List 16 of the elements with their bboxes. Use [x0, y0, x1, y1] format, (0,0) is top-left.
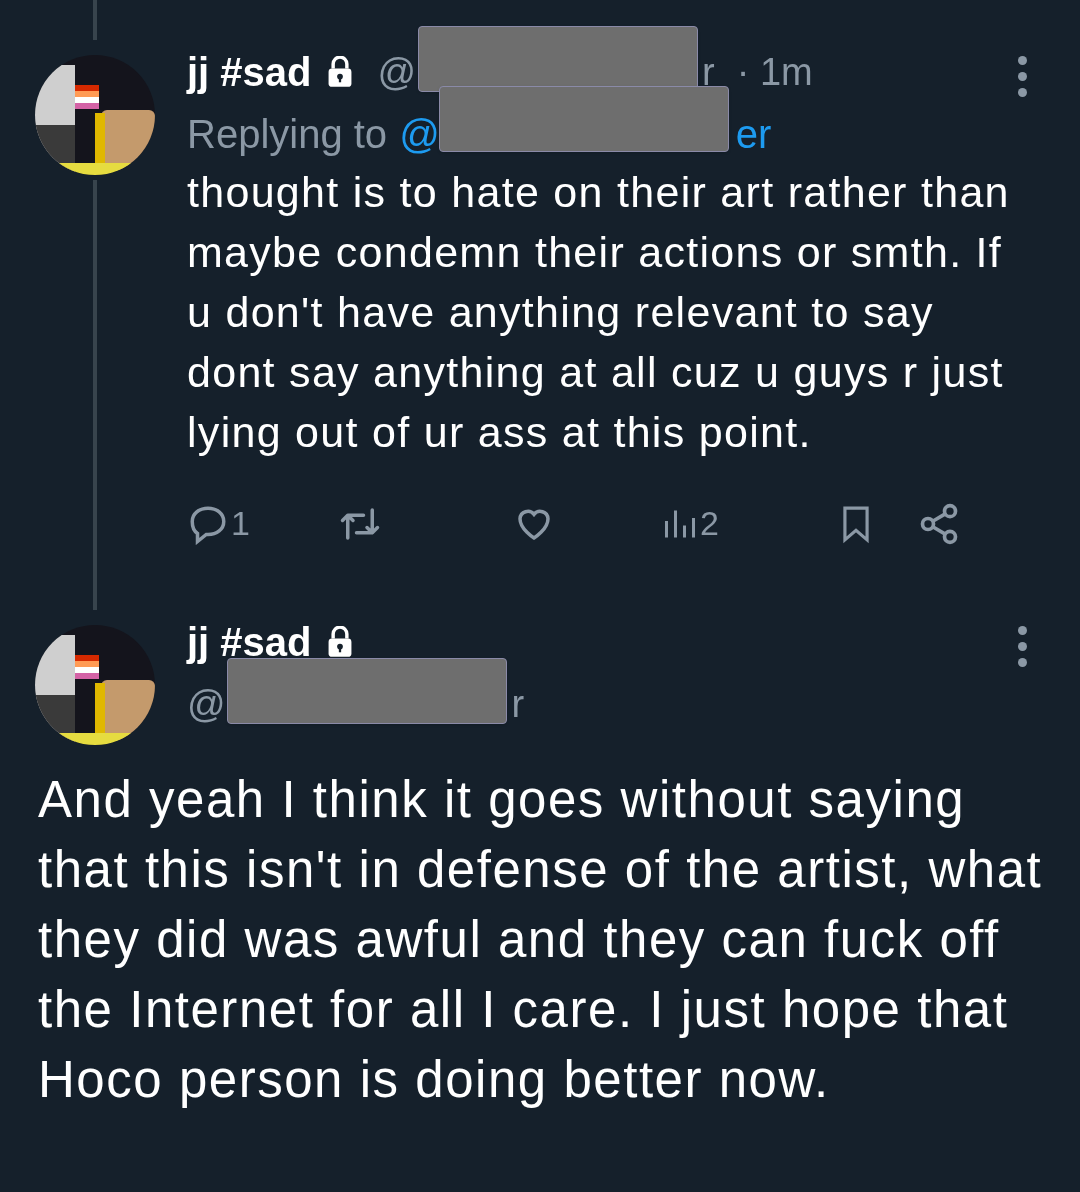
action-count: 1 [231, 503, 250, 544]
replying-to-label: Replying to [187, 111, 388, 158]
action-count: 2 [700, 503, 719, 544]
display-name[interactable]: jj #sad [187, 622, 312, 662]
more-options-icon[interactable] [1018, 626, 1027, 667]
handle-end: r [511, 682, 525, 727]
timestamp: · 1m [736, 49, 813, 95]
more-options-icon[interactable] [1018, 56, 1027, 97]
handle-start: @ [399, 111, 440, 158]
handle-end: er [735, 111, 772, 158]
tweet-text: thought is to hate on their art rather than maybe condemn their actions or smth. If u don't have anything relevant to say dont say anything at all cuz u guys r just lying out of ur ass at this point. [187, 167, 1011, 458]
display-name[interactable]: jj #sad [187, 52, 312, 92]
tweet-text: And yeah I think it goes without saying that this isn't in defense of the artist, what they did was awful and they can fuck off the Internet for all I care. I just hope that Hoco person is doing better now. [37, 770, 1044, 1110]
handle-start: @ [187, 682, 226, 727]
handle-end: r [702, 49, 715, 95]
handle-start: @ [377, 49, 417, 95]
